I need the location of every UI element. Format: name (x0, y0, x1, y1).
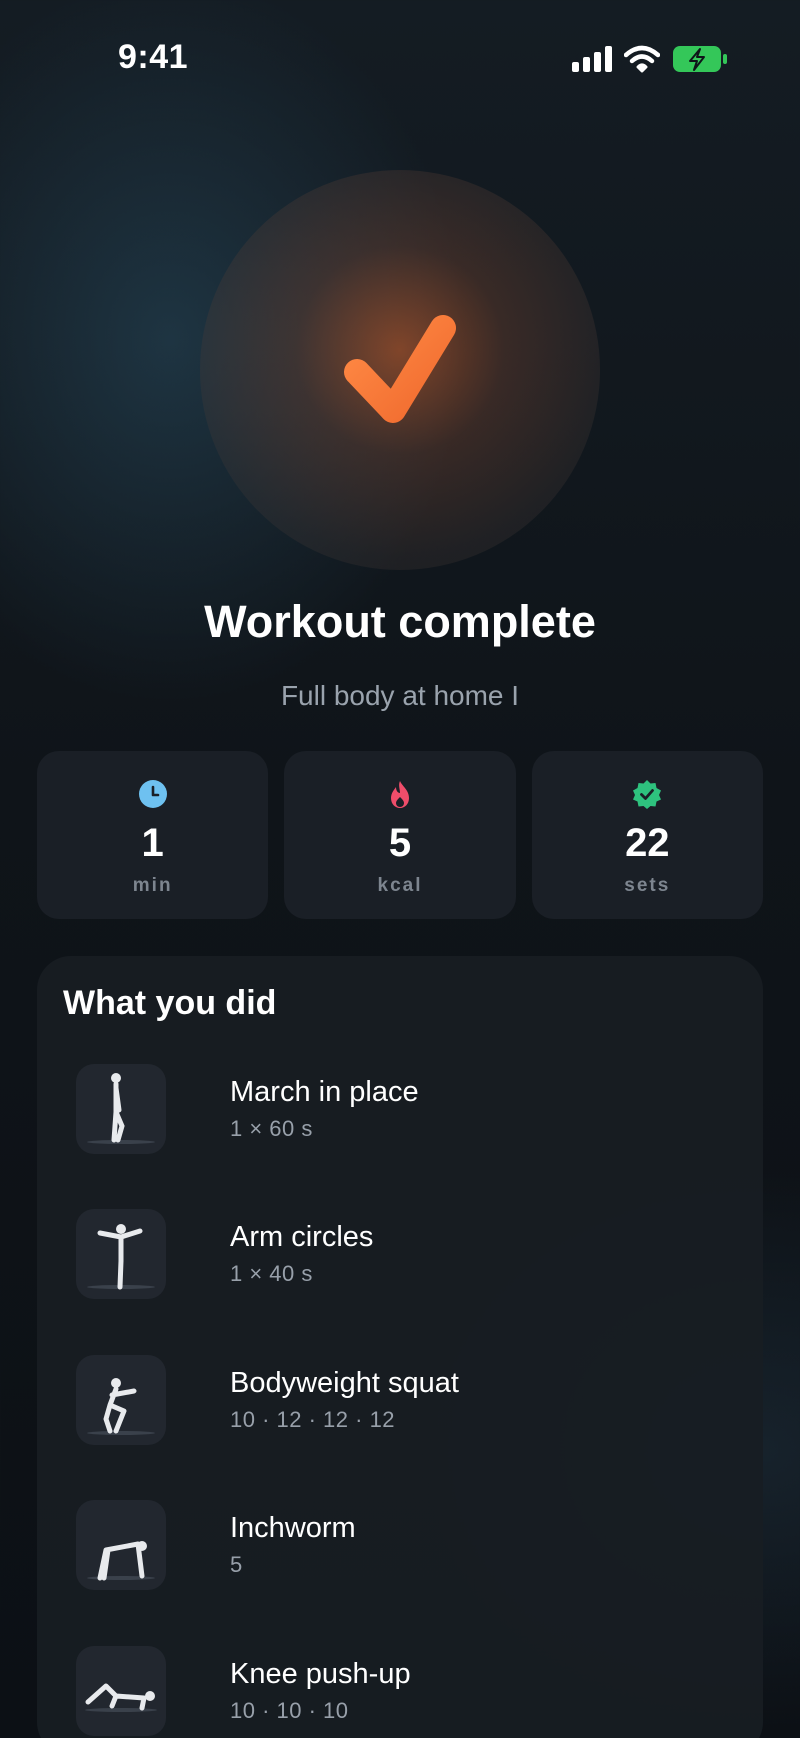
arm-circles-figure-icon (87, 1224, 155, 1290)
section-title: What you did (63, 984, 277, 1022)
exercise-thumbnail (76, 1500, 166, 1590)
battery-charging-icon (673, 46, 727, 72)
exercise-item-inchworm[interactable]: Inchworm 5 (76, 1500, 716, 1592)
stat-card-sets: 22 sets (531, 751, 763, 919)
flame-icon (390, 781, 409, 808)
exercise-name: Bodyweight squat (230, 1367, 459, 1399)
exercise-item-knee-push-up[interactable]: Knee push-up 10 · 10 · 10 (76, 1646, 716, 1738)
verified-badge-icon (633, 780, 662, 809)
stat-value: 5 (388, 821, 412, 865)
wifi-icon (624, 45, 660, 73)
stat-unit: min (132, 875, 173, 896)
exercise-thumbnail (76, 1646, 166, 1736)
clock-icon (138, 780, 167, 808)
exercise-name: Inchworm (230, 1512, 356, 1544)
exercise-thumbnail (76, 1064, 166, 1154)
stat-unit: sets (624, 875, 671, 896)
cellular-signal-icon (572, 46, 612, 72)
exercise-detail: 1 × 40 s (230, 1261, 313, 1286)
knee-push-up-figure-icon (85, 1683, 157, 1712)
inchworm-figure-icon (87, 1541, 155, 1581)
exercise-name: Arm circles (230, 1221, 374, 1253)
exercise-detail: 5 (230, 1552, 243, 1577)
status-icons (572, 44, 728, 74)
stat-card-duration: 1 min (37, 751, 269, 919)
stat-value: 22 (625, 821, 670, 865)
page-title: Workout complete (204, 596, 596, 647)
exercise-item-arm-circles[interactable]: Arm circles 1 × 40 s (76, 1209, 716, 1301)
stats-row: 1 min 5 kcal 22 sets (37, 751, 763, 919)
exercise-summary-panel: What you did March in place 1 × 60 s Arm… (37, 956, 763, 1738)
march-in-place-figure-icon (87, 1073, 155, 1144)
exercise-thumbnail (76, 1209, 166, 1299)
checkmark-icon (344, 315, 456, 423)
status-time: 9:41 (118, 38, 189, 76)
stat-card-calories: 5 kcal (284, 751, 516, 919)
exercise-detail: 10 · 10 · 10 (230, 1698, 349, 1723)
exercise-item-march-in-place[interactable]: March in place 1 × 60 s (76, 1064, 716, 1156)
exercise-name: Knee push-up (230, 1658, 411, 1690)
workout-name: Full body at home I (280, 680, 520, 711)
squat-figure-icon (87, 1378, 155, 1435)
stat-unit: kcal (377, 875, 423, 896)
exercise-detail: 10 · 12 · 12 · 12 (230, 1407, 396, 1432)
exercise-thumbnail (76, 1355, 166, 1445)
stat-value: 1 (141, 821, 164, 865)
status-bar: 9:41 (0, 0, 800, 110)
exercise-name: March in place (230, 1076, 419, 1108)
exercise-item-bodyweight-squat[interactable]: Bodyweight squat 10 · 12 · 12 · 12 (76, 1355, 716, 1447)
exercise-detail: 1 × 60 s (230, 1116, 313, 1141)
